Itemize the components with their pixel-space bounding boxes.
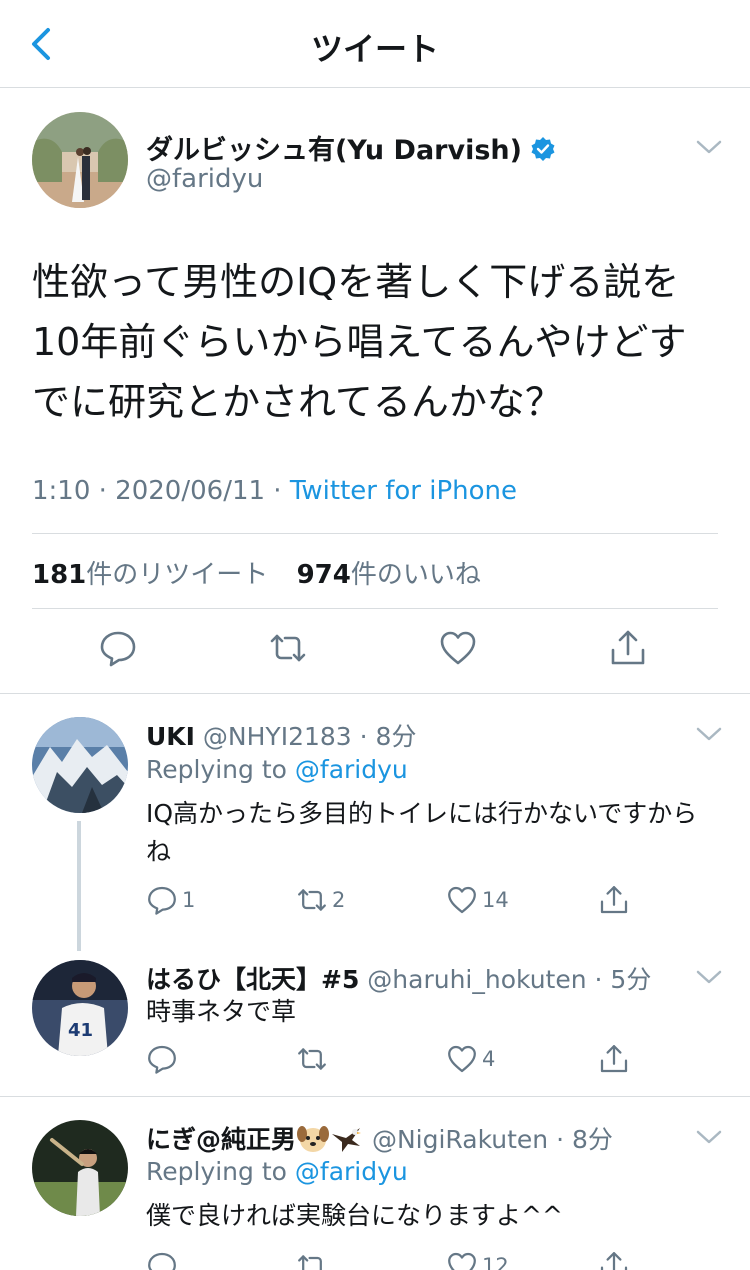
reply-tweet[interactable]: 41 はるひ【北天】#5 @haruhi_hokuten · 5分 時事ネタで草…: [0, 955, 750, 1095]
retweet-icon: [298, 1048, 326, 1070]
like-count: 4: [482, 1047, 496, 1071]
reply-author[interactable]: にぎ@純正男 @NigiRakuten · 8分: [146, 1120, 613, 1156]
replying-to-handle[interactable]: @faridyu: [295, 755, 408, 784]
page-title: ツイート: [310, 30, 439, 68]
likes-stat[interactable]: 974件のいいね: [297, 560, 481, 590]
replying-to: Replying to @faridyu: [146, 755, 408, 784]
like-count: 14: [482, 888, 509, 912]
tweet-source-link[interactable]: Twitter for iPhone: [290, 476, 517, 506]
chevron-down-icon[interactable]: [695, 138, 723, 156]
chevron-down-icon[interactable]: [695, 725, 723, 743]
like-heart-icon[interactable]: [438, 628, 478, 668]
reply-author-name: UKI: [146, 722, 195, 751]
dog-emoji-icon: [297, 1126, 330, 1152]
like-heart-icon: [448, 886, 476, 914]
reply-tweet[interactable]: UKI @NHYI2183 · 8分 Replying to @faridyu …: [0, 695, 750, 965]
divider: [32, 533, 718, 534]
reply-author[interactable]: UKI @NHYI2183 · 8分: [146, 717, 416, 753]
likes-label: 件のいいね: [350, 560, 481, 590]
main-tweet: ダルビッシュ有(Yu Darvish) @faridyu 性欲って男性のIQを著…: [0, 88, 750, 694]
svg-text:41: 41: [68, 1020, 93, 1041]
chevron-down-icon[interactable]: [695, 968, 723, 986]
avatar[interactable]: 41: [32, 960, 128, 1056]
retweets-label: 件のリツイート: [86, 560, 269, 590]
tweet-text: 性欲って男性のIQを著しく下げる説を10年前ぐらいから唱えてるんやけどすでに研究…: [32, 260, 687, 424]
like-button[interactable]: 14: [446, 883, 509, 917]
chevron-down-icon[interactable]: [695, 1128, 723, 1146]
author-handle[interactable]: @faridyu: [146, 164, 263, 194]
reply-icon: [148, 1045, 176, 1074]
share-button[interactable]: [598, 1042, 630, 1076]
reply-count: 1: [182, 888, 196, 912]
share-button[interactable]: [598, 883, 630, 917]
reply-button[interactable]: 1: [146, 883, 195, 917]
reply-handle-time: @NigiRakuten · 8分: [364, 1125, 613, 1154]
share-icon: [600, 886, 628, 914]
avatar[interactable]: [32, 1120, 128, 1216]
tweet-timestamp: 1:10 · 2020/06/11 ·: [32, 476, 290, 506]
likes-count: 974: [296, 560, 351, 590]
share-icon[interactable]: [608, 628, 648, 668]
reply-handle-time: @haruhi_hokuten · 5分: [359, 965, 652, 994]
reply-button[interactable]: [146, 1249, 182, 1270]
reply-tweet[interactable]: にぎ@純正男 @NigiRakuten · 8分 Replying to @fa…: [0, 1097, 750, 1270]
reply-author-name: にぎ@純正男: [146, 1125, 297, 1154]
share-icon: [600, 1252, 628, 1270]
retweet-icon: [298, 1255, 322, 1270]
replying-to-handle[interactable]: @faridyu: [295, 1157, 408, 1186]
reply-author-name: はるひ【北天】#5: [146, 965, 360, 994]
replying-to: Replying to @faridyu: [146, 1157, 408, 1186]
tweet-stats: 181件のリツイート 974件のいいね: [32, 554, 481, 591]
reply-text: 僕で良ければ実験台になりますよ^^: [146, 1201, 563, 1230]
like-count: 12: [482, 1254, 509, 1270]
reply-text: IQ高かったら多目的トイレには行かないですからね: [146, 799, 698, 866]
nav-bar: ツイート: [0, 0, 750, 88]
retweet-button[interactable]: [296, 1249, 332, 1270]
like-button[interactable]: 4: [446, 1042, 495, 1076]
retweets-count: 181: [32, 560, 87, 590]
reply-handle-time: @NHYI2183 · 8分: [194, 722, 417, 751]
retweets-stat[interactable]: 181件のリツイート: [32, 560, 268, 590]
retweet-icon[interactable]: [268, 628, 308, 668]
author-name[interactable]: ダルビッシュ有(Yu Darvish): [146, 128, 556, 167]
like-heart-icon: [448, 1252, 476, 1270]
avatar[interactable]: [32, 717, 128, 813]
retweet-button[interactable]: 2: [296, 883, 345, 917]
reply-button[interactable]: [146, 1042, 182, 1076]
share-button[interactable]: [598, 1249, 630, 1270]
share-icon: [600, 1045, 628, 1073]
reply-author[interactable]: はるひ【北天】#5 @haruhi_hokuten · 5分: [146, 960, 651, 996]
retweet-button[interactable]: [296, 1042, 332, 1076]
verified-badge-icon: [531, 137, 555, 161]
reply-icon[interactable]: [98, 628, 138, 668]
reply-icon: [148, 1252, 176, 1270]
retweet-count: 2: [332, 888, 346, 912]
like-heart-icon: [448, 1045, 476, 1073]
retweet-icon: [298, 889, 326, 911]
avatar[interactable]: [32, 112, 128, 208]
reply-text: 時事ネタで草: [146, 997, 297, 1026]
author-name-text: ダルビッシュ有(Yu Darvish): [146, 135, 522, 166]
reply-icon: [148, 886, 176, 915]
thread-line: [77, 821, 81, 951]
tweet-meta: 1:10 · 2020/06/11 · Twitter for iPhone: [32, 476, 517, 506]
divider: [32, 608, 718, 609]
replying-to-prefix: Replying to: [146, 755, 295, 784]
replying-to-prefix: Replying to: [146, 1157, 295, 1186]
like-button[interactable]: 12: [446, 1249, 509, 1270]
eagle-emoji-icon: [332, 1128, 362, 1152]
